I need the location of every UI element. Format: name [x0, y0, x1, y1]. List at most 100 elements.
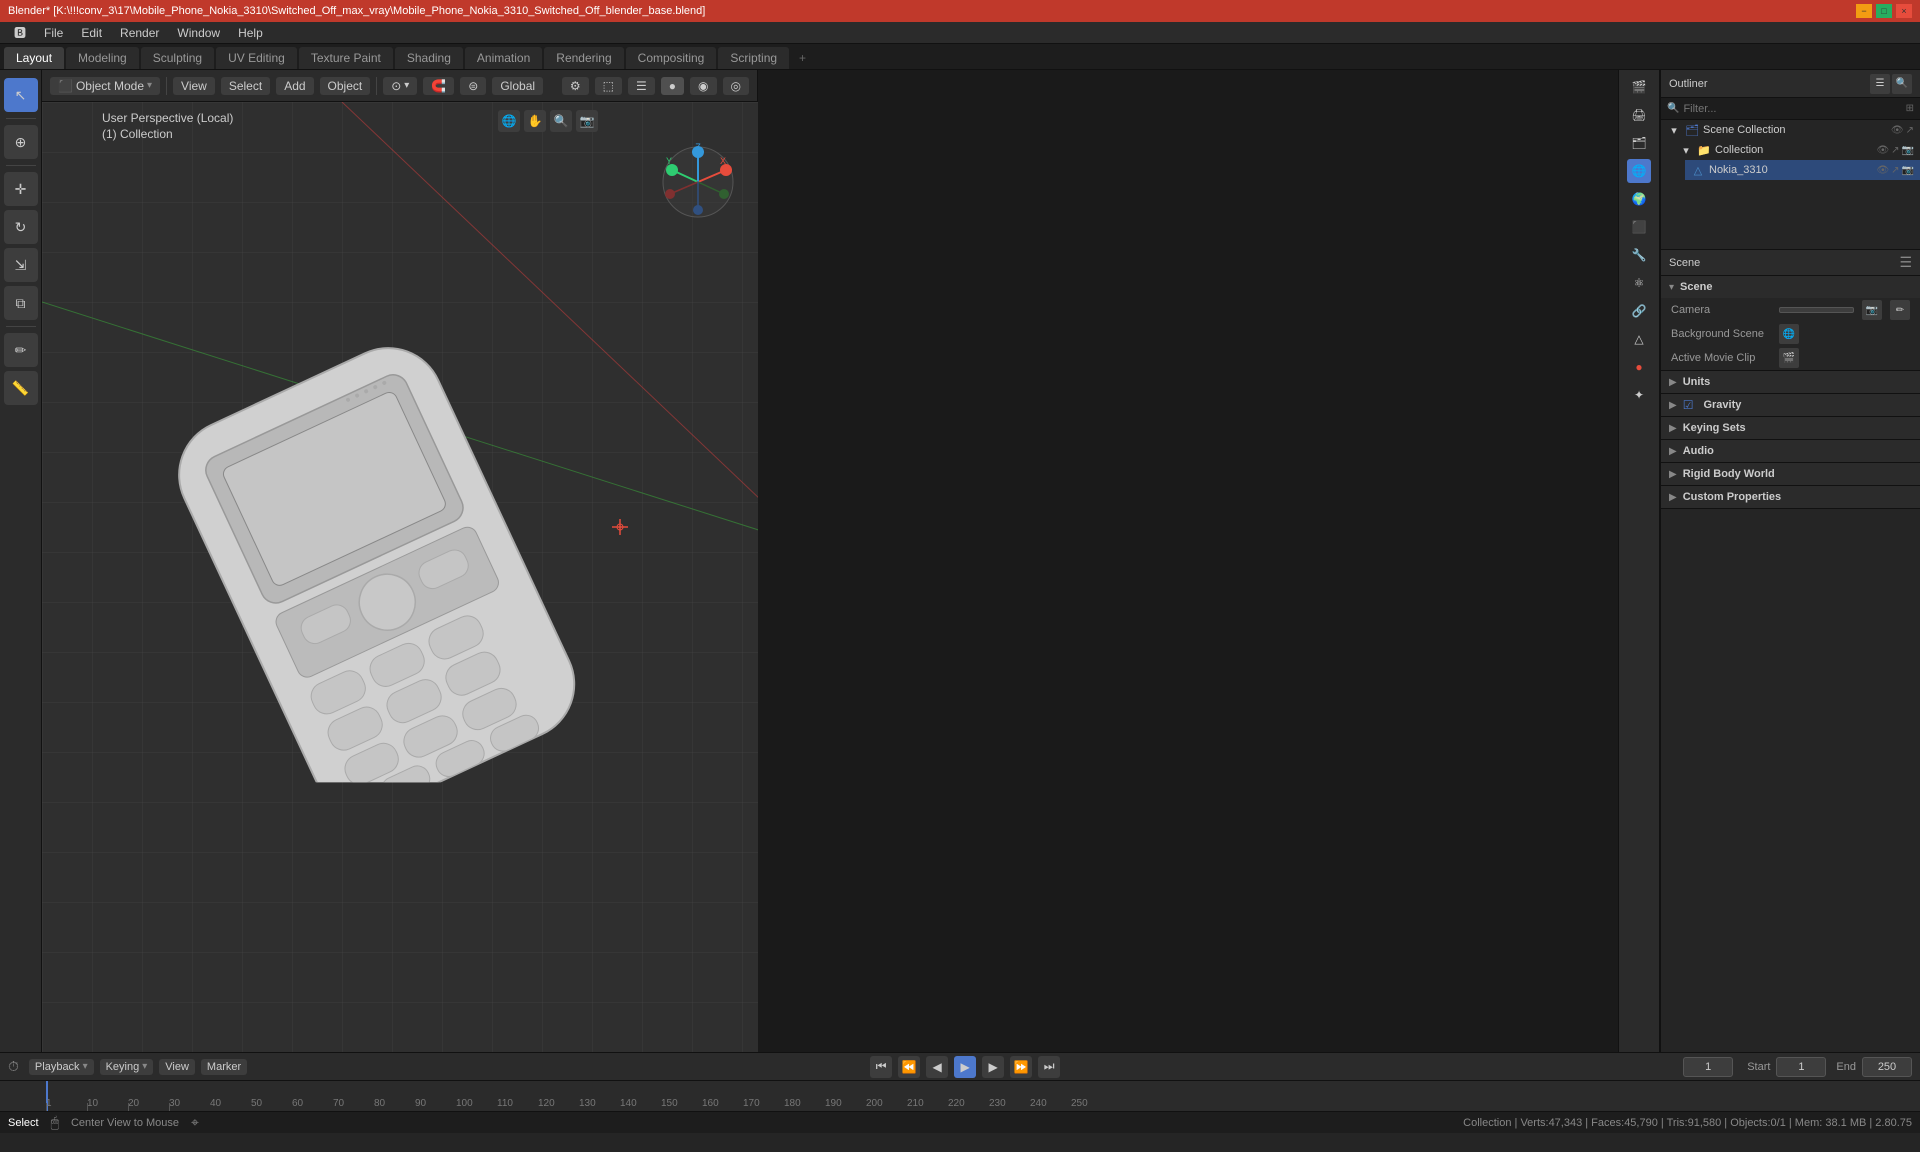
tab-modeling[interactable]: Modeling: [66, 47, 139, 69]
prop-viewlayer-icon[interactable]: 🗂: [1627, 131, 1651, 155]
keying-menu[interactable]: Keying ▾: [100, 1059, 154, 1075]
tab-texture-paint[interactable]: Texture Paint: [299, 47, 393, 69]
menu-edit[interactable]: Edit: [73, 24, 110, 42]
tab-compositing[interactable]: Compositing: [626, 47, 717, 69]
menu-blender[interactable]: 🅱: [6, 22, 34, 43]
add-workspace-button[interactable]: +: [791, 47, 814, 69]
tool-select[interactable]: ↖: [4, 78, 38, 112]
playback-menu[interactable]: Playback ▾: [29, 1059, 94, 1075]
global-local[interactable]: Global: [492, 77, 543, 95]
outliner-item-scene-collection[interactable]: ▾ 🗂 Scene Collection 👁 ↗: [1661, 120, 1920, 140]
outliner-search-btn[interactable]: 🔍: [1892, 74, 1912, 94]
prop-output-icon[interactable]: 🖨: [1627, 103, 1651, 127]
view-menu[interactable]: View: [173, 77, 215, 95]
tool-cursor[interactable]: ⊕: [4, 125, 38, 159]
visibility-icon[interactable]: 👁: [1891, 125, 1904, 136]
shading-rendered[interactable]: ◎: [723, 77, 749, 95]
prop-object-icon[interactable]: ⬛: [1627, 215, 1651, 239]
outliner-search-input[interactable]: [1683, 103, 1901, 115]
visibility-icon-2[interactable]: 👁: [1876, 145, 1889, 156]
prop-physics-icon[interactable]: ⚛: [1627, 271, 1651, 295]
object-menu[interactable]: Object: [320, 77, 371, 95]
next-frame-btn[interactable]: ▶: [982, 1056, 1004, 1078]
select-icon[interactable]: ↗: [1906, 125, 1914, 136]
tool-annotate[interactable]: ✏: [4, 333, 38, 367]
prop-render-icon[interactable]: 🎬: [1627, 75, 1651, 99]
tab-sculpting[interactable]: Sculpting: [141, 47, 214, 69]
camera-picker-btn[interactable]: 📷: [1862, 300, 1882, 320]
overlay-toggle[interactable]: ⬚: [595, 77, 622, 95]
play-btn[interactable]: ▶: [954, 1056, 976, 1078]
current-frame-input[interactable]: [1683, 1057, 1733, 1077]
shading-solid[interactable]: ●: [661, 77, 684, 95]
scene-section-header[interactable]: ▾ Scene: [1661, 276, 1920, 298]
camera-value[interactable]: [1779, 307, 1854, 313]
shading-material[interactable]: ◉: [690, 77, 716, 95]
units-section-header[interactable]: ▶ Units: [1661, 371, 1920, 393]
menu-render[interactable]: Render: [112, 24, 167, 42]
prop-particles-icon[interactable]: ✦: [1627, 383, 1651, 407]
menu-window[interactable]: Window: [169, 24, 228, 42]
select-icon-3[interactable]: ↗: [1891, 165, 1899, 176]
end-frame-input[interactable]: [1862, 1057, 1912, 1077]
render-icon[interactable]: 📷: [1902, 145, 1914, 156]
tab-animation[interactable]: Animation: [465, 47, 542, 69]
start-frame-input[interactable]: [1776, 1057, 1826, 1077]
navigation-gizmo[interactable]: X Y Z: [658, 142, 738, 222]
gravity-checkbox[interactable]: ☑: [1683, 398, 1694, 412]
select-icon-2[interactable]: ↗: [1891, 145, 1899, 156]
viewport-3d[interactable]: User Perspective (Local) (1) Collection: [42, 102, 758, 1052]
prev-frame-btn[interactable]: ◀: [926, 1056, 948, 1078]
minimize-button[interactable]: −: [1856, 4, 1872, 18]
outliner-filter-btn[interactable]: ☰: [1870, 74, 1890, 94]
viewport-zoom-btn[interactable]: 🔍: [550, 110, 572, 132]
movie-clip-btn[interactable]: 🎬: [1779, 348, 1799, 368]
prop-scene-icon[interactable]: 🌐: [1627, 159, 1651, 183]
marker-menu[interactable]: Marker: [201, 1059, 247, 1075]
tab-layout[interactable]: Layout: [4, 47, 64, 69]
tool-measure[interactable]: 📏: [4, 371, 38, 405]
prev-keyframe-btn[interactable]: ⏪: [898, 1056, 920, 1078]
outliner-item-nokia3310[interactable]: △ Nokia_3310 👁 ↗ 📷: [1685, 160, 1920, 180]
tab-rendering[interactable]: Rendering: [544, 47, 623, 69]
proportional-edit[interactable]: ⊜: [460, 77, 486, 95]
render-icon-2[interactable]: 📷: [1902, 165, 1914, 176]
outliner-item-collection[interactable]: ▾ 📁 Collection 👁 ↗ 📷: [1673, 140, 1920, 160]
menu-file[interactable]: File: [36, 24, 71, 42]
tool-move[interactable]: ✛: [4, 172, 38, 206]
tool-scale[interactable]: ⇲: [4, 248, 38, 282]
view-menu-tl[interactable]: View: [159, 1059, 195, 1075]
viewport-cam-btn[interactable]: 📷: [576, 110, 598, 132]
jump-end-btn[interactable]: ⏭: [1038, 1056, 1060, 1078]
prop-data-icon[interactable]: △: [1627, 327, 1651, 351]
gizmo-toggle[interactable]: ⚙: [562, 77, 589, 95]
gravity-section-header[interactable]: ▶ ☑ Gravity: [1661, 394, 1920, 416]
custom-properties-header[interactable]: ▶ Custom Properties: [1661, 486, 1920, 508]
rigid-body-world-header[interactable]: ▶ Rigid Body World: [1661, 463, 1920, 485]
menu-help[interactable]: Help: [230, 24, 271, 42]
prop-modifier-icon[interactable]: 🔧: [1627, 243, 1651, 267]
viewport-world-btn[interactable]: 🌐: [498, 110, 520, 132]
select-menu[interactable]: Select: [221, 77, 270, 95]
properties-menu-btn[interactable]: ☰: [1899, 254, 1912, 271]
visibility-icon-3[interactable]: 👁: [1876, 165, 1889, 176]
audio-section-header[interactable]: ▶ Audio: [1661, 440, 1920, 462]
add-menu[interactable]: Add: [276, 77, 313, 95]
object-mode-dropdown[interactable]: ⬛ Object Mode ▾: [50, 77, 160, 95]
prop-material-icon[interactable]: ●: [1627, 355, 1651, 379]
jump-start-btn[interactable]: ⏮: [870, 1056, 892, 1078]
next-keyframe-btn[interactable]: ⏩: [1010, 1056, 1032, 1078]
snap-button[interactable]: 🧲: [423, 77, 454, 95]
prop-world-icon[interactable]: 🌍: [1627, 187, 1651, 211]
tab-scripting[interactable]: Scripting: [718, 47, 789, 69]
close-button[interactable]: ×: [1896, 4, 1912, 18]
tab-shading[interactable]: Shading: [395, 47, 463, 69]
background-scene-btn[interactable]: 🌐: [1779, 324, 1799, 344]
transform-pivot[interactable]: ⊙ ▾: [383, 77, 417, 95]
timeline-ruler[interactable]: 1 10 20 30 40 50 60 70 80 90 100 110 120…: [0, 1081, 1920, 1111]
viewport-hand-btn[interactable]: ✋: [524, 110, 546, 132]
xray-toggle[interactable]: ☰: [628, 77, 655, 95]
camera-edit-btn[interactable]: ✏: [1890, 300, 1910, 320]
tool-rotate[interactable]: ↻: [4, 210, 38, 244]
tab-uv-editing[interactable]: UV Editing: [216, 47, 297, 69]
